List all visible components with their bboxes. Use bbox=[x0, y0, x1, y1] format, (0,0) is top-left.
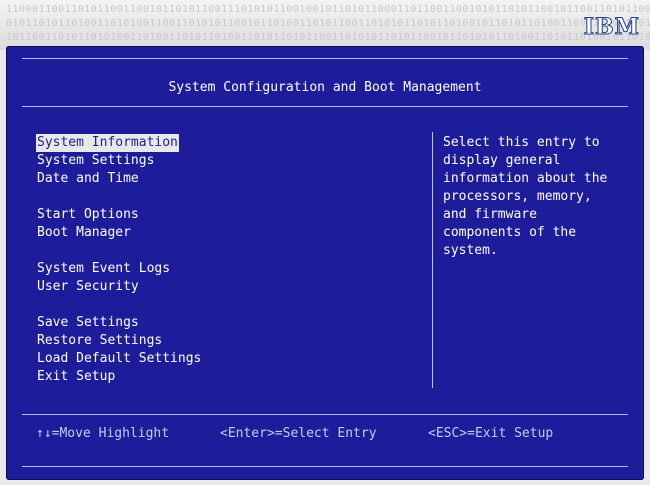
help-text-line: information about the bbox=[443, 171, 608, 186]
binary-text: 1011001101011010100110100110101101001101… bbox=[6, 32, 650, 43]
menu-group-boot: Start Options Boot Manager bbox=[36, 206, 202, 242]
help-divider bbox=[432, 132, 433, 388]
help-text-line: system. bbox=[443, 243, 498, 258]
menu-item-load-default-settings[interactable]: Load Default Settings bbox=[36, 350, 202, 368]
main-menu: System Information System Settings Date … bbox=[36, 134, 202, 404]
title-divider bbox=[22, 106, 628, 107]
footer-bottom-divider bbox=[22, 466, 628, 467]
binary-banner: 1100011001101011001100101101011001110101… bbox=[0, 0, 650, 50]
menu-item-boot-manager[interactable]: Boot Manager bbox=[36, 224, 132, 242]
help-text-line: processors, memory, bbox=[443, 189, 592, 204]
menu-group-settings: Save Settings Restore Settings Load Defa… bbox=[36, 314, 202, 386]
footer-move-highlight: ↑↓=Move Highlight bbox=[36, 426, 170, 441]
menu-group-logs: System Event Logs User Security bbox=[36, 260, 202, 296]
menu-item-system-event-logs[interactable]: System Event Logs bbox=[36, 260, 171, 278]
help-text-line: and firmware bbox=[443, 207, 537, 222]
top-divider bbox=[22, 58, 628, 59]
menu-item-system-information[interactable]: System Information bbox=[36, 134, 179, 152]
bios-screen: System Configuration and Boot Management… bbox=[6, 46, 644, 480]
help-panel: Select this entry to display general inf… bbox=[443, 134, 633, 260]
binary-text: 0101101011010011010100110011010101100101… bbox=[6, 18, 650, 29]
menu-group-info: System Information System Settings Date … bbox=[36, 134, 202, 188]
help-text-line: Select this entry to bbox=[443, 135, 600, 150]
screen-title: System Configuration and Boot Management bbox=[168, 80, 482, 95]
menu-item-start-options[interactable]: Start Options bbox=[36, 206, 140, 224]
menu-item-user-security[interactable]: User Security bbox=[36, 278, 140, 296]
help-text-line: display general bbox=[443, 153, 561, 168]
menu-item-save-settings[interactable]: Save Settings bbox=[36, 314, 140, 332]
footer-top-divider bbox=[22, 414, 628, 415]
menu-item-restore-settings[interactable]: Restore Settings bbox=[36, 332, 163, 350]
help-text-line: components of the bbox=[443, 225, 577, 240]
footer-exit-setup: <ESC>=Exit Setup bbox=[428, 426, 554, 441]
menu-item-exit-setup[interactable]: Exit Setup bbox=[36, 368, 116, 386]
ibm-logo: IBM bbox=[583, 14, 640, 41]
footer-select-entry: <Enter>=Select Entry bbox=[220, 426, 377, 441]
binary-text: 1100011001101011001100101101011001110101… bbox=[6, 4, 650, 15]
menu-item-system-settings[interactable]: System Settings bbox=[36, 152, 155, 170]
menu-item-date-and-time[interactable]: Date and Time bbox=[36, 170, 140, 188]
